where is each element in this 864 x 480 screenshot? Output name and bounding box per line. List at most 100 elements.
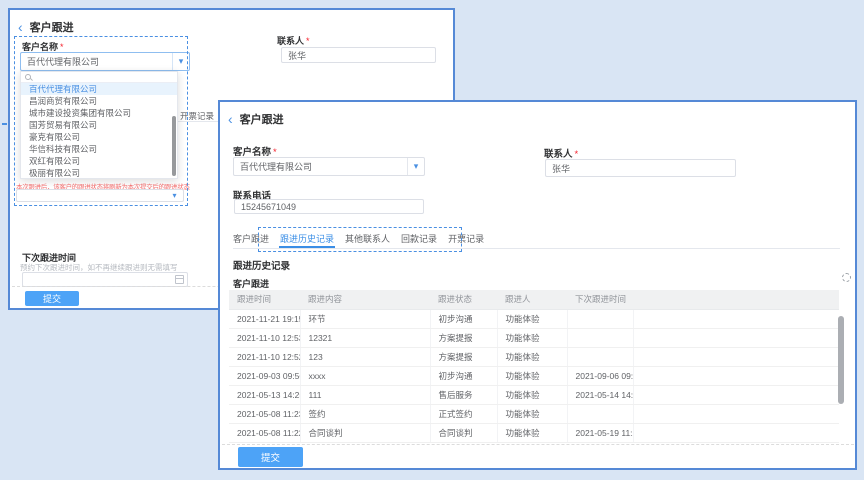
table-cell: 初步沟通: [430, 366, 497, 385]
dropdown-scrollbar[interactable]: [172, 116, 176, 176]
table-cell: [567, 347, 633, 366]
dropdown-option[interactable]: 双红有限公司: [21, 155, 177, 167]
dropdown-option-list: 百代代理有限公司昌润商贸有限公司城市建设投资集团有限公司国芳贸易有限公司豪克有限…: [21, 83, 177, 179]
table-cell: 合同谈判: [300, 423, 430, 442]
required-asterisk: *: [306, 36, 310, 46]
tab-3[interactable]: 回款记录: [400, 232, 438, 248]
tabs-divider-line: [233, 248, 840, 249]
table-cell: 2021-09-06 09:57:25: [567, 366, 633, 385]
table-caption: 客户跟进: [233, 277, 269, 290]
caret-down-icon[interactable]: ▾: [166, 190, 183, 201]
contact-label: 联系人*: [544, 146, 578, 160]
table-scrollbar[interactable]: [838, 316, 844, 404]
table-cell: 功能体验: [497, 404, 567, 423]
dropdown-option[interactable]: 国芳贸易有限公司: [21, 119, 177, 131]
next-followup-date-input[interactable]: [23, 273, 175, 286]
customer-name-select-value: 百代代理有限公司: [234, 160, 407, 173]
tab-0[interactable]: 客户跟进: [232, 232, 270, 248]
customer-name-select[interactable]: 百代代理有限公司 ▾: [233, 157, 425, 176]
table-row: 2021-05-13 14:25:31111售后服务功能体验2021-05-14…: [229, 385, 839, 404]
table-cell: 售后服务: [430, 385, 497, 404]
table-cell: 方案提报: [430, 347, 497, 366]
table-cell: 合同谈判: [430, 423, 497, 442]
dropdown-option[interactable]: 城市建设投资集团有限公司: [21, 107, 177, 119]
tab-bar: 客户跟进跟进历史记录其他联系人回款记录开票记录: [232, 232, 485, 248]
caret-down-icon[interactable]: ▾: [172, 53, 189, 70]
table-header-cell: 下次跟进时间: [567, 290, 633, 309]
table-cell: 功能体验: [497, 347, 567, 366]
table-cell: 2021-05-08 11:22:38: [229, 423, 300, 442]
customer-name-select-value: 百代代理有限公司: [21, 55, 172, 68]
table-header-cell: 跟进人: [497, 290, 567, 309]
table-cell: 功能体验: [497, 328, 567, 347]
table-cell: 功能体验: [497, 366, 567, 385]
collapse-dash-icon: [2, 123, 7, 125]
table-row: 2021-05-08 11:22:38合同谈判合同谈判功能体验2021-05-1…: [229, 423, 839, 442]
submit-button[interactable]: 提交: [238, 447, 303, 467]
caret-down-icon[interactable]: ▾: [407, 158, 424, 175]
contact-input[interactable]: [545, 159, 736, 177]
table-cell: [633, 328, 839, 347]
calendar-icon[interactable]: [175, 275, 184, 284]
history-table: 跟进时间跟进内容跟进状态跟进人下次跟进时间 2021-11-21 19:15:4…: [229, 290, 839, 443]
search-icon: [25, 74, 31, 80]
panel-header: ‹ 客户跟进: [18, 19, 74, 35]
next-followup-date-field[interactable]: [22, 272, 188, 287]
section-title: 跟进历史记录: [233, 258, 290, 272]
table-row: 2021-09-03 09:56:19xxxx初步沟通功能体验2021-09-0…: [229, 366, 839, 385]
table-cell: 2021-09-03 09:56:19: [229, 366, 300, 385]
table-cell: 2021-11-21 19:15:44: [229, 309, 300, 328]
refresh-icon[interactable]: [842, 273, 851, 282]
back-chevron-icon[interactable]: ‹: [18, 22, 23, 32]
tab-1[interactable]: 跟进历史记录: [279, 232, 335, 248]
dropdown-option[interactable]: 极丽有限公司: [21, 167, 177, 179]
table-cell: [633, 347, 839, 366]
table-cell: 2021-05-13 14:25:31: [229, 385, 300, 404]
page-title: 客户跟进: [30, 19, 74, 35]
table-cell: xxxx: [300, 366, 430, 385]
dropdown-option[interactable]: 百代代理有限公司: [21, 83, 177, 95]
table-cell: 功能体验: [497, 309, 567, 328]
table-header-row: 跟进时间跟进内容跟进状态跟进人下次跟进时间: [229, 290, 839, 309]
table-row: 2021-11-10 12:53:2712321方案提报功能体验: [229, 328, 839, 347]
table-cell: 2021-05-08 11:23:56: [229, 404, 300, 423]
dropdown-search-input[interactable]: [34, 73, 177, 82]
table-row: 2021-11-21 19:15:44环节初步沟通功能体验: [229, 309, 839, 328]
page-title: 客户跟进: [240, 111, 284, 127]
table-cell: [567, 328, 633, 347]
table-header-cell: 跟进内容: [300, 290, 430, 309]
table-cell: 功能体验: [497, 423, 567, 442]
table-cell: 方案提报: [430, 328, 497, 347]
dropdown-option[interactable]: 华信科技有限公司: [21, 143, 177, 155]
table-cell: [633, 404, 839, 423]
customer-name-label: 客户名称*: [233, 144, 277, 158]
back-chevron-icon[interactable]: ‹: [228, 114, 233, 124]
dropdown-option[interactable]: 昌润商贸有限公司: [21, 95, 177, 107]
table-cell: [633, 423, 839, 442]
tab-2[interactable]: 其他联系人: [344, 232, 391, 248]
table-cell: [633, 366, 839, 385]
table-cell: 2021-05-19 11:23:51: [567, 423, 633, 442]
table-cell: 12321: [300, 328, 430, 347]
table-cell: [633, 385, 839, 404]
dropdown-option[interactable]: 豪克有限公司: [21, 131, 177, 143]
footer-divider: [222, 444, 854, 445]
tab-4[interactable]: 开票记录: [447, 232, 485, 248]
table-cell: [633, 309, 839, 328]
history-table-container: 跟进时间跟进内容跟进状态跟进人下次跟进时间 2021-11-21 19:15:4…: [229, 290, 845, 443]
table-header-cell: [633, 290, 839, 309]
table-cell: 初步沟通: [430, 309, 497, 328]
table-cell: 111: [300, 385, 430, 404]
followup-status-select[interactable]: ▾: [16, 189, 184, 202]
contact-input[interactable]: [281, 47, 436, 63]
table-row: 2021-11-10 12:52:27123方案提报功能体验: [229, 347, 839, 366]
customer-name-select[interactable]: 百代代理有限公司 ▾: [20, 52, 190, 71]
contact-label: 联系人*: [277, 34, 310, 47]
table-cell: 2021-05-14 14:26:25: [567, 385, 633, 404]
panel-header: ‹ 客户跟进: [228, 111, 284, 127]
dropdown-search-row: [21, 72, 177, 83]
customer-dropdown-popup: 百代代理有限公司昌润商贸有限公司城市建设投资集团有限公司国芳贸易有限公司豪克有限…: [20, 71, 178, 179]
submit-button[interactable]: 提交: [25, 291, 79, 306]
table-cell: [567, 309, 633, 328]
phone-input[interactable]: [234, 199, 424, 214]
